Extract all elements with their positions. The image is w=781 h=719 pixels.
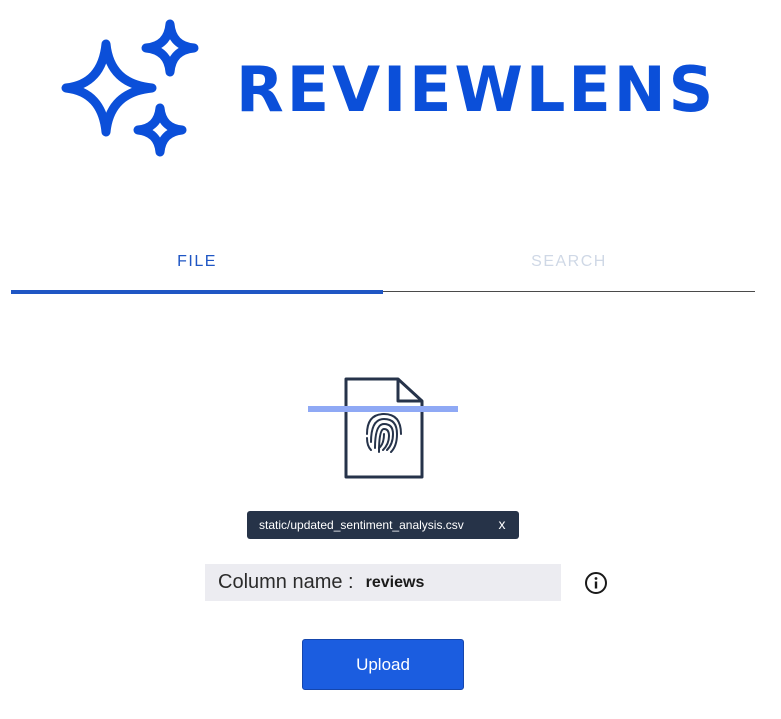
selected-file-name: static/updated_sentiment_analysis.csv	[259, 518, 464, 532]
fingerprint-file-icon	[308, 377, 458, 479]
tab-bar: FILE SEARCH	[11, 238, 755, 296]
column-name-input[interactable]	[365, 573, 526, 592]
upload-button[interactable]: Upload	[302, 639, 464, 690]
tab-search[interactable]: SEARCH	[383, 238, 755, 294]
brand-logo: REVIEWLENS	[60, 18, 740, 163]
column-name-label: Column name :	[218, 571, 354, 593]
active-tab-indicator	[11, 290, 383, 294]
column-name-field: Column name :	[205, 564, 561, 601]
selected-file-chip: static/updated_sentiment_analysis.csv x	[247, 511, 519, 539]
sparkles-icon	[61, 19, 199, 157]
brand-name: REVIEWLENS	[236, 53, 717, 126]
info-icon[interactable]	[584, 571, 608, 595]
remove-file-button[interactable]: x	[495, 516, 509, 532]
tab-file[interactable]: FILE	[11, 238, 383, 294]
